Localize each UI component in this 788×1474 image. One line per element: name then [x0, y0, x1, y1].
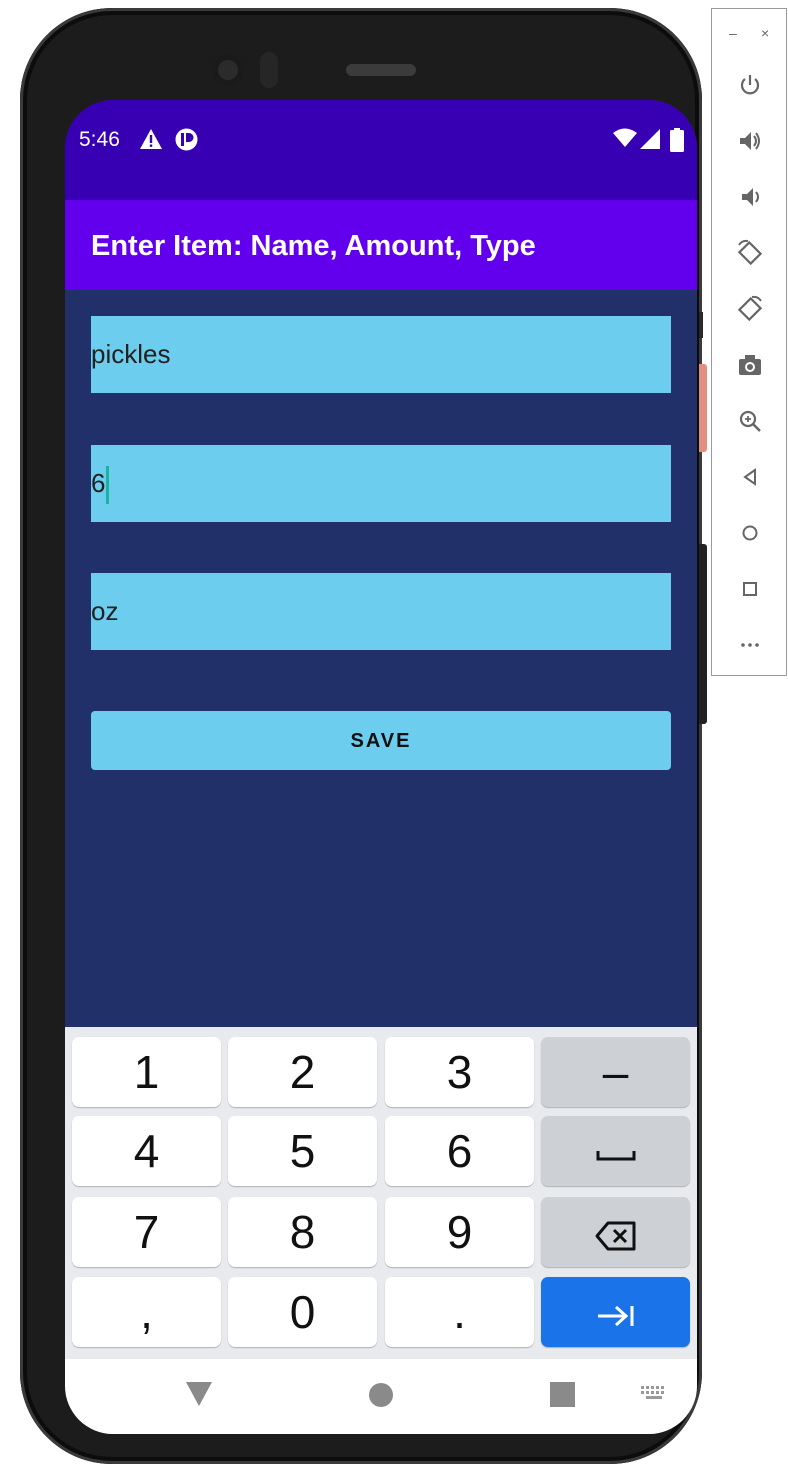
rotate-right-icon[interactable]: [736, 295, 764, 323]
volume-down-icon[interactable]: [736, 183, 764, 211]
save-button[interactable]: SAVE: [91, 711, 671, 770]
zoom-icon[interactable]: [736, 407, 764, 435]
key-6[interactable]: 6: [385, 1116, 534, 1186]
wifi-icon: [613, 128, 637, 147]
phone-frame: 5:46 Enter Item: Name, Amount, Type pick…: [20, 8, 702, 1464]
phone-screen: 5:46 Enter Item: Name, Amount, Type pick…: [65, 100, 697, 1434]
power-side-button[interactable]: [699, 364, 707, 452]
back-triangle-icon[interactable]: [185, 1381, 213, 1407]
volume-side-button[interactable]: [699, 544, 707, 724]
power-icon[interactable]: [736, 71, 764, 99]
back-icon[interactable]: [736, 463, 764, 491]
more-icon[interactable]: [736, 631, 764, 659]
minimize-button[interactable]: –: [729, 25, 737, 41]
key-2[interactable]: 2: [228, 1037, 377, 1107]
rotate-left-icon[interactable]: [736, 239, 764, 267]
keyboard-switch-icon[interactable]: [641, 1386, 667, 1402]
key-next[interactable]: [541, 1277, 690, 1347]
camera-icon[interactable]: [736, 351, 764, 379]
warning-icon: [140, 129, 162, 149]
front-camera: [212, 54, 244, 86]
battery-icon: [670, 128, 684, 152]
space-icon: [596, 1150, 635, 1161]
amount-input-value: 6: [91, 468, 106, 498]
key-9[interactable]: 9: [385, 1197, 534, 1267]
home-icon[interactable]: [736, 519, 764, 547]
tab-next-icon: [597, 1305, 633, 1326]
side-button-top: [699, 312, 703, 338]
key-7[interactable]: 7: [72, 1197, 221, 1267]
emulator-toolbar: – ×: [711, 8, 787, 676]
navigation-bar: [65, 1359, 697, 1434]
recents-square-icon[interactable]: [550, 1382, 575, 1407]
earpiece-speaker: [346, 64, 416, 76]
key-period[interactable]: .: [385, 1277, 534, 1347]
numeric-keyboard: 1 2 3 – 4 5 6 7 8 9 , 0 .: [65, 1027, 697, 1359]
key-comma[interactable]: ,: [72, 1277, 221, 1347]
status-bar: 5:46: [65, 100, 697, 200]
key-1[interactable]: 1: [72, 1037, 221, 1107]
key-4[interactable]: 4: [72, 1116, 221, 1186]
name-input[interactable]: pickles: [91, 316, 671, 393]
key-backspace[interactable]: [541, 1197, 690, 1267]
amount-input[interactable]: 6: [91, 445, 671, 522]
cell-signal-icon: [640, 129, 660, 149]
status-time: 5:46: [79, 128, 120, 151]
key-dash[interactable]: –: [541, 1037, 690, 1107]
key-5[interactable]: 5: [228, 1116, 377, 1186]
key-space[interactable]: [541, 1116, 690, 1186]
backspace-icon: [595, 1221, 635, 1251]
type-input-value: oz: [91, 596, 119, 626]
type-input[interactable]: oz: [91, 573, 671, 650]
close-button[interactable]: ×: [761, 25, 769, 41]
name-input-value: pickles: [91, 339, 171, 369]
key-8[interactable]: 8: [228, 1197, 377, 1267]
proximity-sensor: [260, 52, 278, 88]
key-3[interactable]: 3: [385, 1037, 534, 1107]
key-0[interactable]: 0: [228, 1277, 377, 1347]
home-circle-icon[interactable]: [368, 1382, 394, 1408]
app-notification-icon: [175, 128, 198, 151]
page-title: Enter Item: Name, Amount, Type: [91, 230, 536, 262]
volume-up-icon[interactable]: [736, 127, 764, 155]
text-cursor: [106, 466, 110, 505]
overview-icon[interactable]: [736, 575, 764, 603]
